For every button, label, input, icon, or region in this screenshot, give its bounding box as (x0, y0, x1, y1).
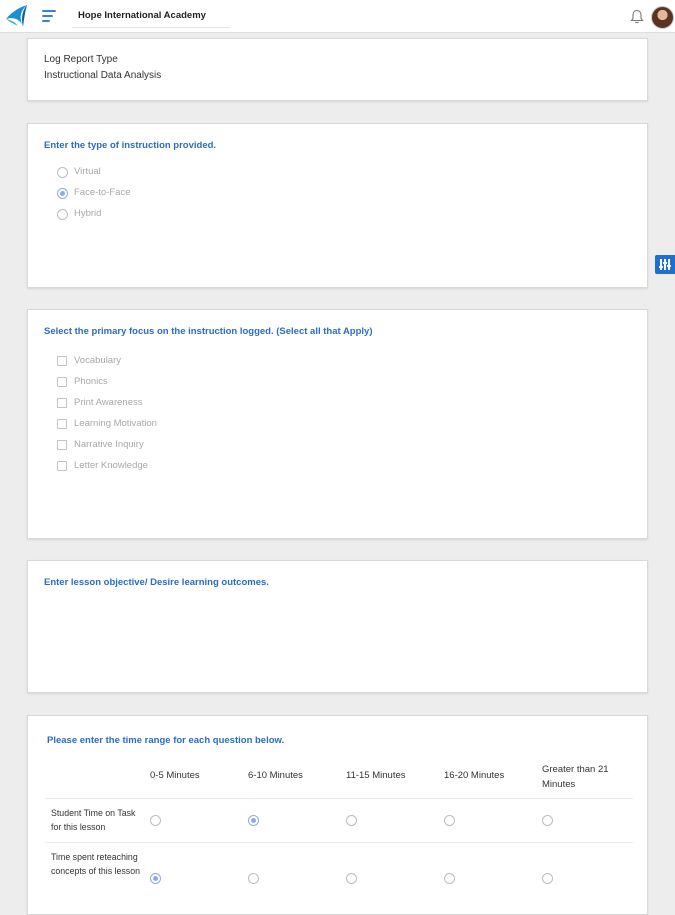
radio-row2-21-plus[interactable] (542, 873, 553, 884)
grid-divider (45, 842, 633, 843)
instruction-type-card: Enter the type of instruction provided. … (27, 123, 648, 288)
time-range-question: Please enter the time range for each que… (47, 735, 285, 746)
radio-row1-16-20[interactable] (444, 815, 455, 826)
report-type-label: Log Report Type (44, 54, 118, 65)
radio-row2-0-5[interactable] (150, 873, 161, 884)
radio-row2-11-15[interactable] (346, 873, 357, 884)
app-title: Hope International Academy (78, 10, 206, 21)
column-header: Greater than 21 Minutes (542, 764, 609, 790)
checkbox-narrative-inquiry[interactable] (57, 440, 67, 450)
checkbox-phonics[interactable] (57, 377, 67, 387)
bell-icon[interactable] (630, 9, 644, 24)
radio-row2-6-10[interactable] (248, 873, 259, 884)
checkbox-learning-motivation[interactable] (57, 419, 67, 429)
option-label: Narrative Inquiry (74, 439, 144, 450)
radio-face-to-face[interactable] (57, 188, 68, 199)
option-label: Phonics (74, 376, 108, 387)
row-label: Student Time on Task for this lesson (51, 808, 136, 832)
radio-row1-0-5[interactable] (150, 815, 161, 826)
option-label: Face-to-Face (74, 187, 131, 198)
filter-icon (659, 259, 671, 270)
option-label: Virtual (74, 166, 101, 177)
report-type-value: Instructional Data Analysis (44, 70, 162, 81)
radio-row1-21-plus[interactable] (542, 815, 553, 826)
radio-virtual[interactable] (57, 167, 68, 178)
lesson-objective-question: Enter lesson objective/ Desire learning … (44, 577, 269, 588)
column-header: 11-15 Minutes (346, 770, 406, 781)
option-label: Letter Knowledge (74, 460, 148, 471)
instruction-type-question: Enter the type of instruction provided. (44, 140, 217, 151)
side-panel-tab[interactable] (655, 255, 675, 274)
radio-row1-11-15[interactable] (346, 815, 357, 826)
checkbox-print-awareness[interactable] (57, 398, 67, 408)
primary-focus-question: Select the primary focus on the instruct… (44, 326, 373, 337)
radio-row1-6-10[interactable] (248, 815, 259, 826)
column-header: 0-5 Minutes (150, 770, 200, 781)
column-header: 16-20 Minutes (444, 770, 505, 781)
avatar[interactable] (651, 6, 674, 29)
option-label: Learning Motivation (74, 418, 157, 429)
option-label: Vocabulary (74, 355, 122, 366)
top-bar: Hope International Academy (0, 0, 675, 33)
option-label: Hybrid (74, 208, 102, 219)
option-label: Print Awareness (74, 397, 143, 408)
time-range-card: Please enter the time range for each que… (27, 715, 648, 915)
radio-row2-16-20[interactable] (444, 873, 455, 884)
report-type-card: Log Report Type Instructional Data Analy… (27, 38, 648, 101)
primary-focus-card: Select the primary focus on the instruct… (27, 309, 648, 539)
lesson-objective-card[interactable]: Enter lesson objective/ Desire learning … (27, 560, 648, 693)
radio-hybrid[interactable] (57, 209, 68, 220)
row-label: Time spent reteaching concepts of this l… (51, 852, 140, 876)
menu-icon[interactable] (42, 10, 56, 22)
title-divider (72, 27, 230, 28)
grid-divider (45, 798, 633, 799)
checkbox-letter-knowledge[interactable] (57, 461, 67, 471)
logo-icon[interactable] (5, 4, 29, 28)
checkbox-vocabulary[interactable] (57, 356, 67, 366)
column-header: 6-10 Minutes (248, 770, 303, 781)
